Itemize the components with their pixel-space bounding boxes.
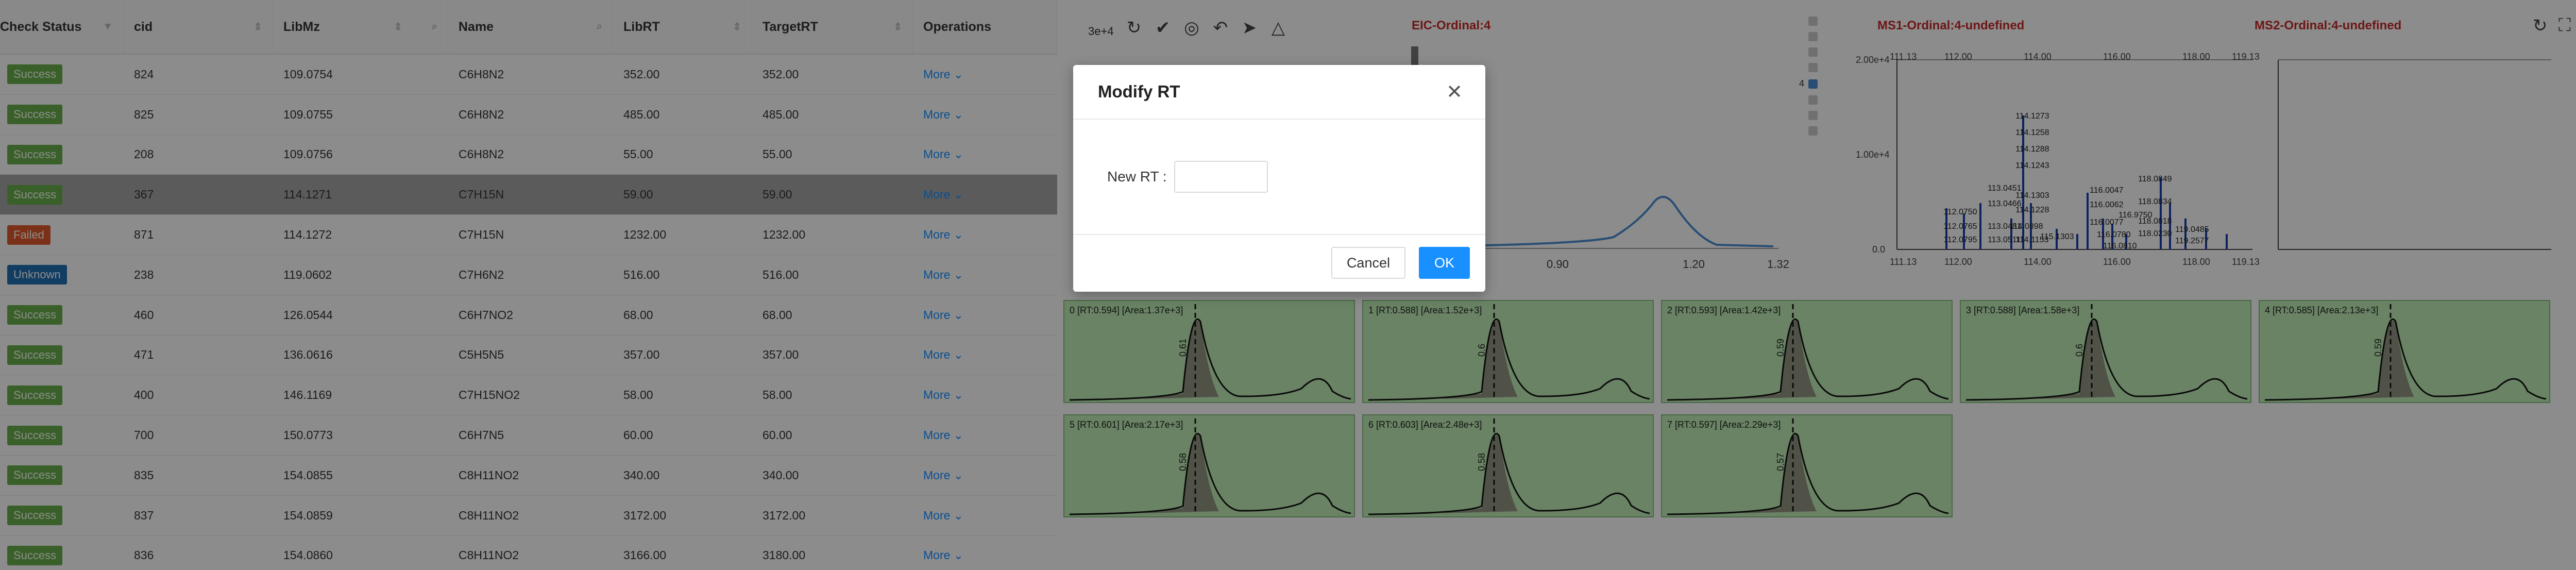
dialog-header: Modify RT: [1073, 65, 1485, 120]
dialog-title: Modify RT: [1098, 82, 1180, 101]
dialog-footer: Cancel OK: [1073, 235, 1485, 291]
new-rt-input[interactable]: [1174, 161, 1268, 193]
modify-rt-dialog: Modify RT ✕ New RT : Cancel OK: [1073, 65, 1485, 292]
dialog-body: New RT :: [1073, 120, 1485, 235]
new-rt-label: New RT :: [1107, 169, 1167, 185]
ok-button[interactable]: OK: [1418, 247, 1470, 279]
close-icon[interactable]: ✕: [1444, 81, 1465, 103]
cancel-button[interactable]: Cancel: [1331, 247, 1405, 279]
